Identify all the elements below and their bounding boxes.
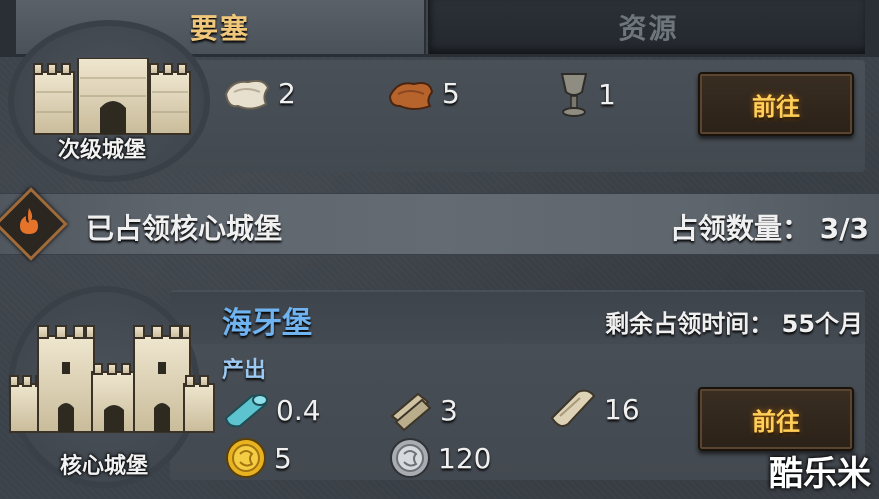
flame-icon [12,204,46,238]
castle-type-label: 核心城堡 [60,454,149,479]
go-button[interactable]: 前往 [698,387,854,451]
resource-gold-coin: 5 [224,436,292,480]
secondary-castle-icon [33,58,191,135]
go-button[interactable]: 前往 [698,72,854,136]
tab-resources[interactable]: 资源 [428,0,869,56]
parchment-icon [550,389,596,427]
cloth-icon [224,79,270,110]
gold-coin-icon [226,438,266,478]
resource-value: 16 [604,392,640,426]
core-castle-icon [9,325,215,433]
resource-value: 3 [440,393,458,427]
resource-value: 0.4 [276,393,321,427]
goblet-icon [560,73,588,117]
silk-icon [224,394,268,428]
banner-title: 已占领核心城堡 [86,212,283,245]
fortress-name: 海牙堡 [222,306,312,341]
remaining-time-value: 55个月 [781,310,863,338]
resource-scroll: 3 [386,388,458,432]
resource-parchment: 16 [548,386,640,432]
castle-type-label: 次级城堡 [58,138,147,163]
tab-bar-edge-right [865,0,879,54]
resource-value: 2 [278,76,296,110]
scroll-icon [390,392,432,432]
occupied-count-value: 3/3 [819,212,869,245]
resource-value: 5 [442,76,460,110]
silver-coin-icon [390,438,430,478]
resource-goblet: 1 [556,70,616,118]
occupied-count: 占领数量： 3/3 [670,212,869,245]
output-label: 产出 [222,358,267,383]
leather-icon [388,82,434,110]
resource-cloth: 2 [222,72,296,114]
watermark: 酷乐米 [769,454,871,494]
resource-value: 120 [438,441,492,475]
resource-silk: 0.4 [222,388,321,432]
resource-silver-coin: 120 [388,436,491,480]
tab-bar-edge-left [0,0,14,54]
resource-value: 1 [598,77,616,111]
remaining-time: 剩余占领时间： 55个月 [605,310,863,338]
resource-value: 5 [274,441,292,475]
resource-leather: 5 [386,72,460,114]
